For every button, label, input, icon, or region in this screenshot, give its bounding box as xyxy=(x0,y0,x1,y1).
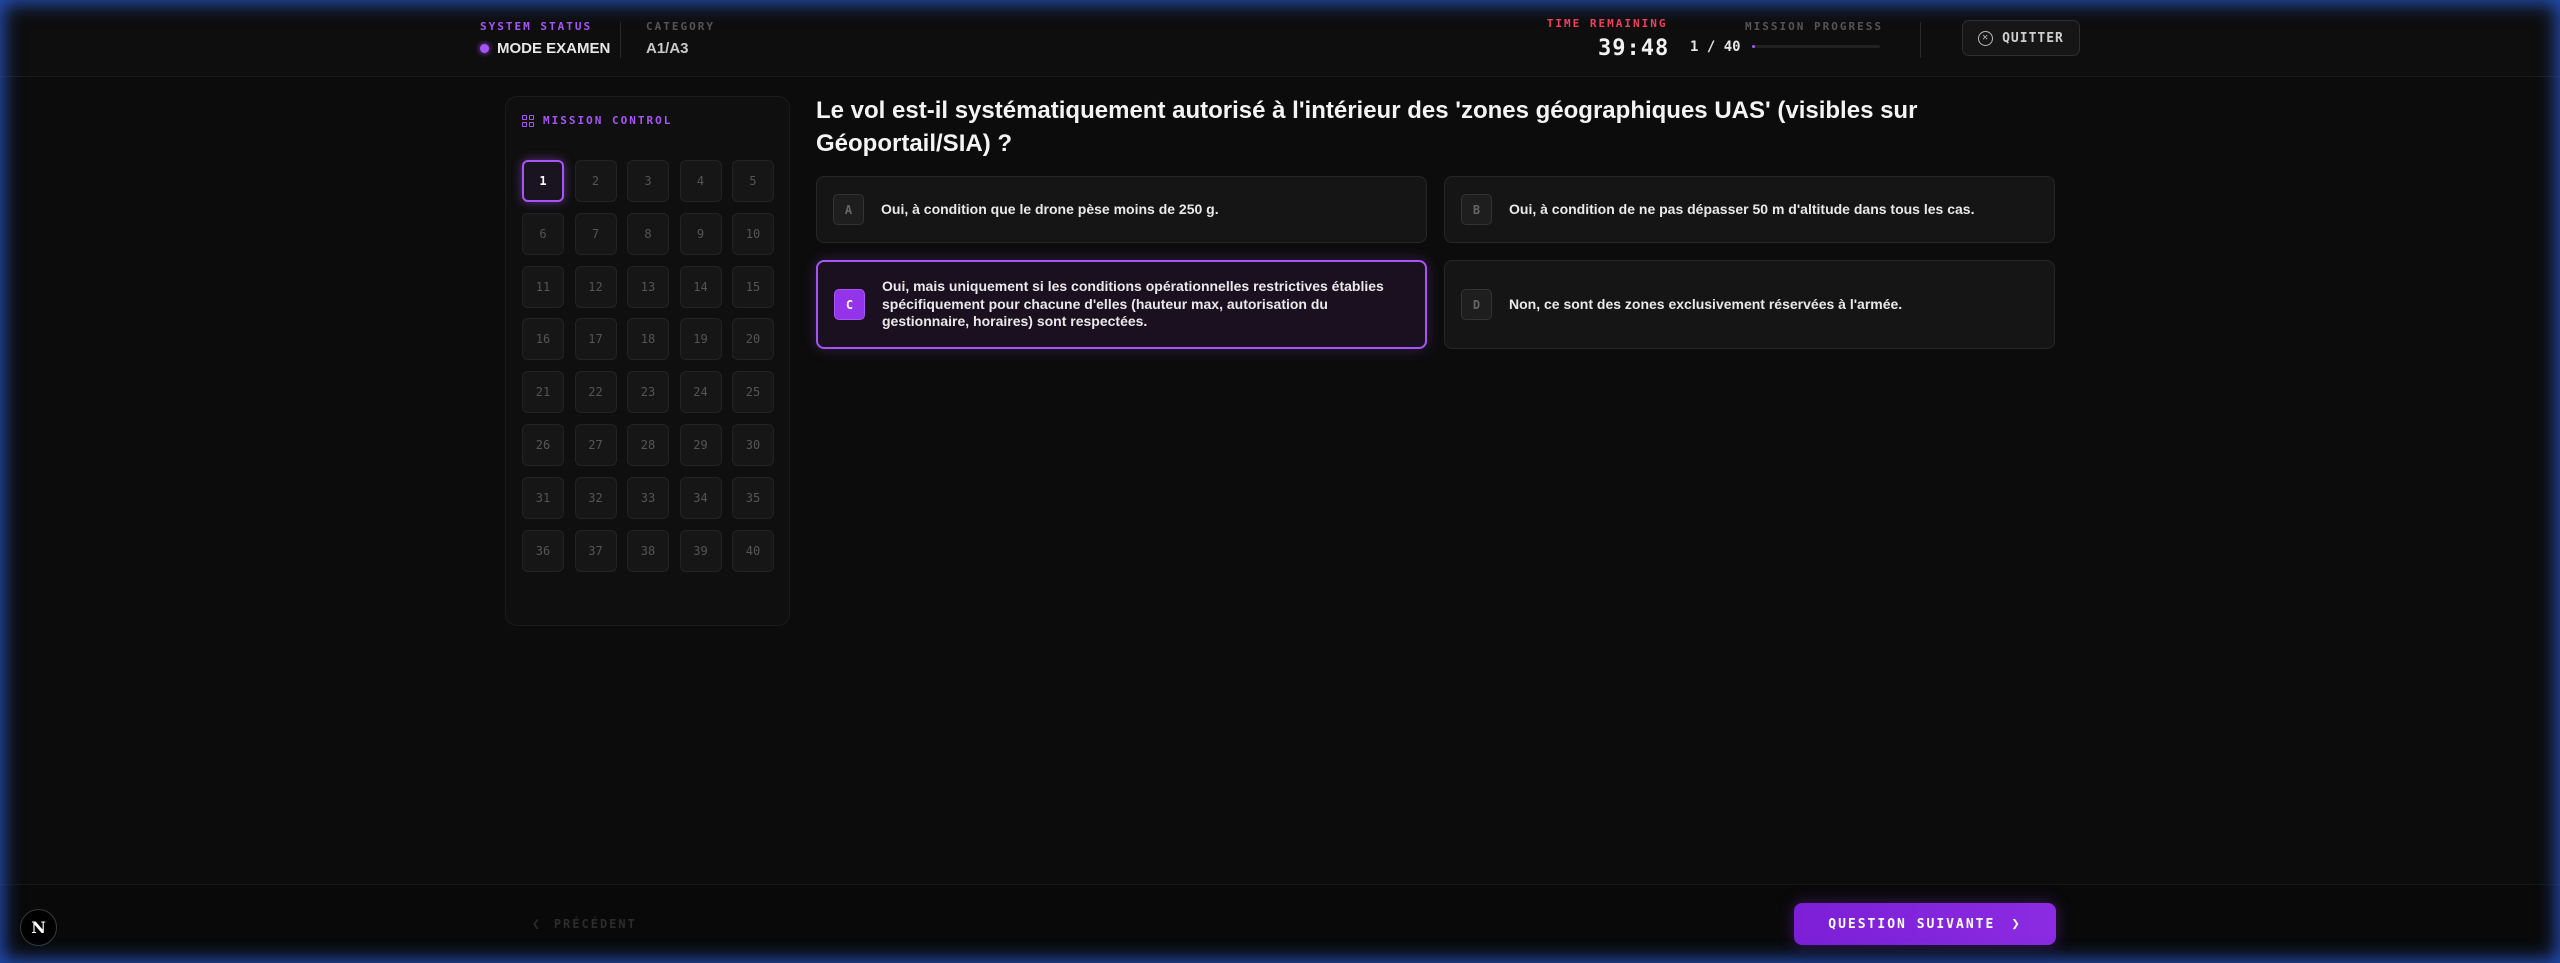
question-nav-item-2[interactable]: 2 xyxy=(574,160,617,202)
answer-letter: D xyxy=(1461,289,1492,320)
app-logo-icon[interactable]: N xyxy=(20,909,57,946)
question-nav-item-24[interactable]: 24 xyxy=(679,371,722,414)
answer-option-d[interactable]: D Non, ce sont des zones exclusivement r… xyxy=(1444,260,2055,349)
question-text: Le vol est-il systématiquement autorisé … xyxy=(816,97,1918,157)
system-status-label: SYSTEM STATUS xyxy=(480,20,593,33)
question-nav-item-17[interactable]: 17 xyxy=(574,318,617,361)
question-nav-item-39[interactable]: 39 xyxy=(679,529,722,572)
answer-option-a[interactable]: A Oui, à condition que le drone pèse moi… xyxy=(816,176,1427,243)
quit-label: QUITTER xyxy=(2002,30,2064,46)
close-circle-icon: ✕ xyxy=(1978,30,1994,46)
question-nav-item-16[interactable]: 16 xyxy=(522,318,564,361)
header-divider xyxy=(1920,22,1921,58)
answer-text: Oui, à condition que le drone pèse moins… xyxy=(881,200,1219,217)
category-value: A1/A3 xyxy=(646,40,689,57)
bottom-navigation-bar xyxy=(0,884,2560,963)
question-nav-item-9[interactable]: 9 xyxy=(679,212,722,255)
question-nav-item-26[interactable]: 26 xyxy=(522,423,564,466)
chevron-right-icon: ❯ xyxy=(2011,916,2022,932)
system-status-value-row: MODE EXAMEN xyxy=(480,40,610,57)
question-navigator-grid: 1 2 3 4 5 6 7 8 9 10 11 12 13 14 15 16 17 18 19 20 21 22 23 24 2… xyxy=(522,160,774,572)
next-question-button[interactable]: QUESTION SUIVANTE ❯ xyxy=(1794,903,2056,945)
progress-count: 1 / 40 xyxy=(1690,39,1741,55)
question-nav-item-4[interactable]: 4 xyxy=(679,160,722,202)
question-nav-item-3[interactable]: 3 xyxy=(627,160,669,202)
previous-button[interactable]: ❮ PRÉCÉDENT xyxy=(532,914,637,934)
previous-label: PRÉCÉDENT xyxy=(553,917,637,931)
grid-icon xyxy=(522,114,534,127)
question-nav-item-11[interactable]: 11 xyxy=(522,265,564,308)
system-status: SYSTEM STATUS MODE EXAMEN xyxy=(480,20,610,57)
question-nav-item-7[interactable]: 7 xyxy=(574,212,617,255)
answer-letter: C xyxy=(834,289,865,320)
question-nav-item-19[interactable]: 19 xyxy=(679,318,722,361)
question-nav-item-32[interactable]: 32 xyxy=(574,476,617,519)
question-nav-item-33[interactable]: 33 xyxy=(627,476,669,519)
answer-option-c[interactable]: C Oui, mais uniquement si les conditions… xyxy=(816,260,1427,349)
answer-option-b[interactable]: B Oui, à condition de ne pas dépasser 50… xyxy=(1444,176,2055,243)
question-nav-item-15[interactable]: 15 xyxy=(732,265,774,308)
question-nav-item-21[interactable]: 21 xyxy=(522,371,564,414)
mission-control-title: MISSION CONTROL xyxy=(522,114,672,127)
timer: TIME REMAINING 39:48 xyxy=(1545,17,1669,61)
answer-letter: B xyxy=(1461,194,1492,225)
question-nav-item-36[interactable]: 36 xyxy=(522,529,564,572)
header-divider xyxy=(620,22,621,58)
question-nav-item-28[interactable]: 28 xyxy=(627,423,669,466)
question-nav-item-31[interactable]: 31 xyxy=(522,476,564,519)
quit-button[interactable]: ✕ QUITTER xyxy=(1962,20,2080,56)
question-nav-item-6[interactable]: 6 xyxy=(522,212,564,255)
question-nav-item-8[interactable]: 8 xyxy=(627,212,669,255)
question-nav-item-27[interactable]: 27 xyxy=(574,423,617,466)
chevron-left-icon: ❮ xyxy=(532,916,542,932)
category: CATEGORY A1/A3 xyxy=(646,20,715,57)
logo-letter: N xyxy=(31,918,46,937)
question-nav-item-23[interactable]: 23 xyxy=(627,371,669,414)
question-nav-item-18[interactable]: 18 xyxy=(627,318,669,361)
answer-text: Non, ce sont des zones exclusivement rés… xyxy=(1509,295,1903,312)
question-nav-item-1[interactable]: 1 xyxy=(522,160,564,202)
question-nav-item-29[interactable]: 29 xyxy=(679,423,722,466)
question-nav-item-13[interactable]: 13 xyxy=(627,265,669,308)
question-nav-item-10[interactable]: 10 xyxy=(732,212,774,255)
question-nav-item-12[interactable]: 12 xyxy=(574,265,617,308)
status-dot-icon xyxy=(480,44,489,53)
system-status-value: MODE EXAMEN xyxy=(497,40,611,57)
progress-bar xyxy=(1752,45,1880,48)
question-nav-item-25[interactable]: 25 xyxy=(732,371,774,414)
mission-progress: MISSION PROGRESS xyxy=(1745,20,1883,33)
question-nav-item-30[interactable]: 30 xyxy=(732,423,774,466)
question-nav-item-5[interactable]: 5 xyxy=(732,160,774,202)
question-nav-item-14[interactable]: 14 xyxy=(679,265,722,308)
mission-progress-label: MISSION PROGRESS xyxy=(1745,20,1883,33)
top-status-bar: SYSTEM STATUS MODE EXAMEN CATEGORY A1/A3… xyxy=(0,0,2560,77)
mission-control-panel: MISSION CONTROL 1 2 3 4 5 6 7 8 9 10 11 12 13 14 15 16 1… xyxy=(505,96,790,626)
time-remaining-label: TIME REMAINING xyxy=(1546,17,1668,30)
question-nav-item-38[interactable]: 38 xyxy=(627,529,669,572)
question-nav-item-34[interactable]: 34 xyxy=(679,476,722,519)
question-nav-item-35[interactable]: 35 xyxy=(732,476,774,519)
answer-text: Oui, à condition de ne pas dépasser 50 m… xyxy=(1509,200,1975,217)
mission-control-label: MISSION CONTROL xyxy=(543,114,673,127)
next-question-label: QUESTION SUIVANTE xyxy=(1828,916,1996,932)
question-nav-item-22[interactable]: 22 xyxy=(574,371,617,414)
question-nav-item-40[interactable]: 40 xyxy=(732,529,774,572)
category-label: CATEGORY xyxy=(646,20,715,33)
question-nav-item-20[interactable]: 20 xyxy=(732,318,774,361)
answer-text: Oui, mais uniquement si les conditions o… xyxy=(882,278,1384,330)
time-remaining-value: 39:48 xyxy=(1598,36,1670,61)
question-nav-item-37[interactable]: 37 xyxy=(574,529,617,572)
progress-bar-fill xyxy=(1752,45,1756,48)
answer-letter: A xyxy=(833,194,864,225)
